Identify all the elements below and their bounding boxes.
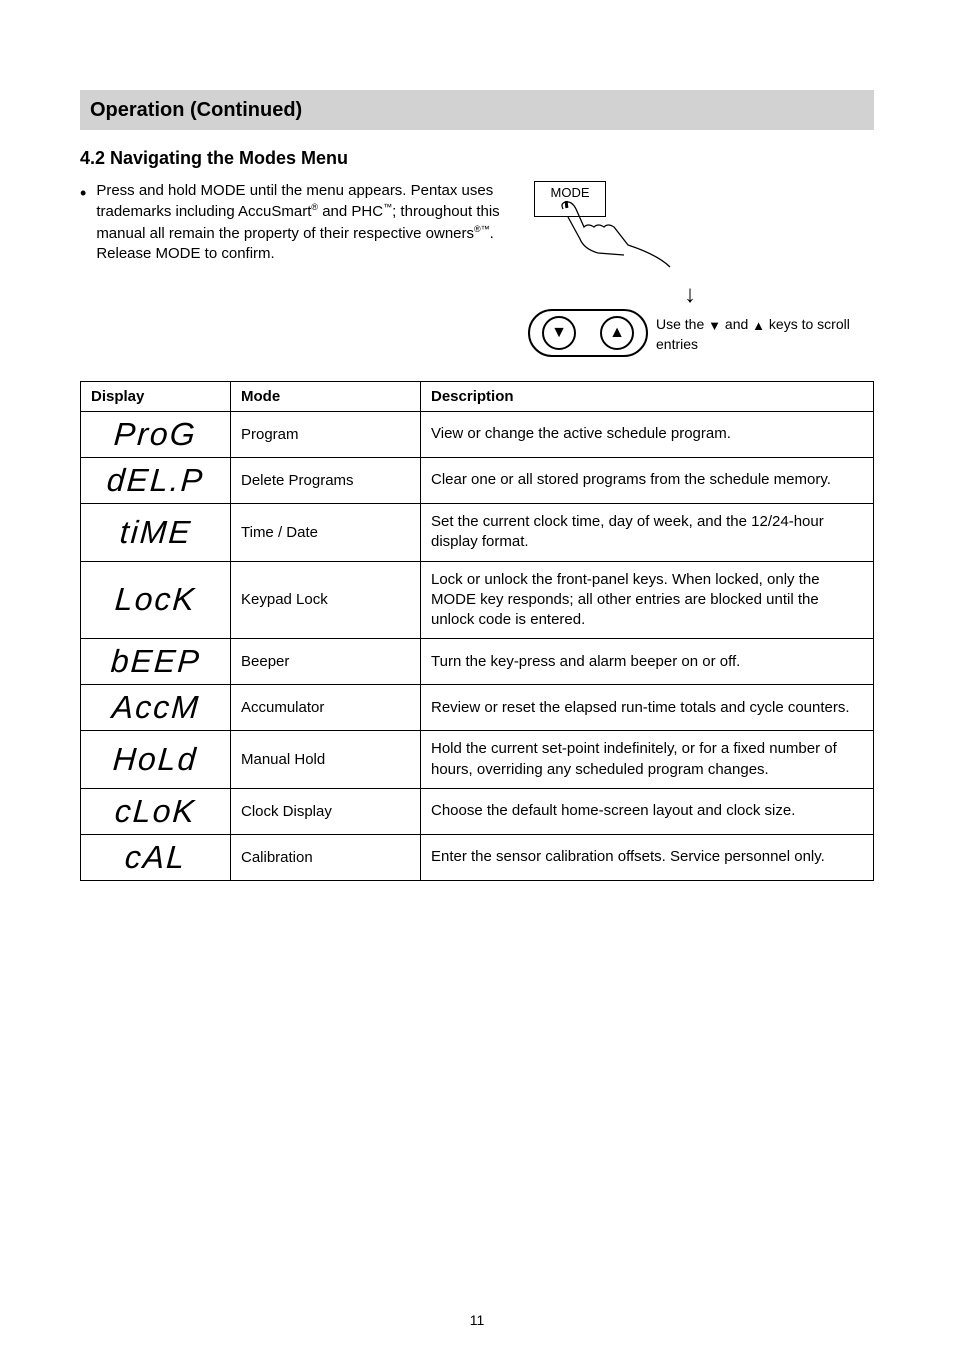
table-row: ProGProgramView or change the active sch…: [81, 412, 874, 458]
table-row: tiMETime / DateSet the current clock tim…: [81, 504, 874, 562]
mode-name: Delete Programs: [231, 458, 421, 504]
col-display: Display: [81, 382, 231, 412]
table-row: bEEPBeeperTurn the key-press and alarm b…: [81, 639, 874, 685]
table-row: cLoKClock DisplayChoose the default home…: [81, 788, 874, 834]
mode-name: Beeper: [231, 639, 421, 685]
mode-description: Turn the key-press and alarm beeper on o…: [421, 639, 874, 685]
hand-icon: [558, 199, 673, 269]
display-glyph: AccM: [81, 685, 231, 731]
mode-name: Keypad Lock: [231, 561, 421, 639]
down-triangle-icon: ▼: [542, 316, 576, 350]
display-glyph: LocK: [81, 561, 231, 639]
illustration: MODE ↓ ▼ ▲ Use the ▼ and ▲ keys to scrol…: [514, 181, 864, 371]
mode-name: Manual Hold: [231, 731, 421, 789]
mode-description: Review or reset the elapsed run-time tot…: [421, 685, 874, 731]
mode-description: Set the current clock time, day of week,…: [421, 504, 874, 562]
table-row: HoLdManual HoldHold the current set-poin…: [81, 731, 874, 789]
subheading: 4.2 Navigating the Modes Menu: [80, 148, 874, 169]
mode-name: Time / Date: [231, 504, 421, 562]
mode-description: Choose the default home-screen layout an…: [421, 788, 874, 834]
display-glyph: HoLd: [81, 731, 231, 789]
mode-description: Clear one or all stored programs from th…: [421, 458, 874, 504]
col-description: Description: [421, 382, 874, 412]
table-row: AccMAccumulatorReview or reset the elaps…: [81, 685, 874, 731]
mode-name: Accumulator: [231, 685, 421, 731]
table-header-row: Display Mode Description: [81, 382, 874, 412]
mode-name: Calibration: [231, 834, 421, 880]
display-glyph: cLoK: [81, 788, 231, 834]
section-header: Operation (Continued): [80, 90, 874, 130]
display-glyph: ProG: [81, 412, 231, 458]
mode-description: Hold the current set-point indefinitely,…: [421, 731, 874, 789]
mode-description: View or change the active schedule progr…: [421, 412, 874, 458]
modes-table: Display Mode Description ProGProgramView…: [80, 381, 874, 881]
up-triangle-icon: ▲: [600, 316, 634, 350]
mode-name: Clock Display: [231, 788, 421, 834]
bullet-dot: •: [80, 183, 86, 264]
table-row: cALCalibrationEnter the sensor calibrati…: [81, 834, 874, 880]
mode-description: Enter the sensor calibration offsets. Se…: [421, 834, 874, 880]
rocker-caption: Use the ▼ and ▲ keys to scroll entries: [656, 315, 866, 353]
section-header-title: Operation (Continued): [90, 99, 302, 122]
arrow-down-icon: ↓: [684, 281, 696, 309]
mode-name: Program: [231, 412, 421, 458]
display-glyph: dEL.P: [81, 458, 231, 504]
mode-description: Lock or unlock the front-panel keys. Whe…: [421, 561, 874, 639]
display-glyph: bEEP: [81, 639, 231, 685]
col-mode: Mode: [231, 382, 421, 412]
page-number: 11: [0, 1312, 954, 1328]
table-row: dEL.PDelete ProgramsClear one or all sto…: [81, 458, 874, 504]
up-down-rocker: ▼ ▲: [528, 309, 648, 357]
table-row: LocKKeypad LockLock or unlock the front-…: [81, 561, 874, 639]
mode-button-label: MODE: [551, 185, 590, 200]
display-glyph: cAL: [81, 834, 231, 880]
intro-paragraph: Press and hold MODE until the menu appea…: [96, 181, 502, 264]
display-glyph: tiME: [81, 504, 231, 562]
